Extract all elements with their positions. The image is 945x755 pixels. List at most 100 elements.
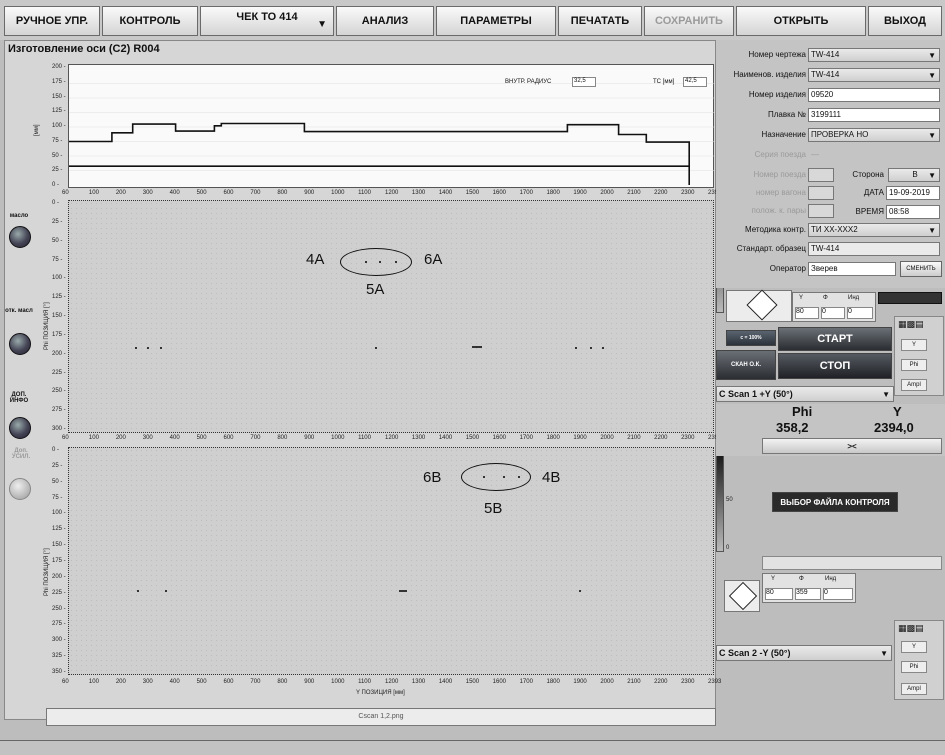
y-readout-label: Y — [893, 404, 902, 419]
y-value-2[interactable]: 80 — [765, 588, 793, 600]
scan-2-y-tick: 50 - — [52, 478, 63, 485]
scan-2-x-tick: 1500 — [465, 679, 480, 685]
wheel-pair-label: полож. к. пары — [751, 206, 806, 215]
grid-icon[interactable]: ▦▩▤ — [898, 319, 924, 330]
phi-value-2[interactable]: 359 — [795, 588, 821, 600]
tc-field[interactable]: 42,5 — [683, 77, 707, 87]
save-button[interactable]: СОХРАНИТЬ — [644, 6, 734, 36]
check-dropdown[interactable]: ЧЕК ТО 414 ▼ — [200, 6, 334, 36]
profile-y-tick: 50 - — [52, 152, 63, 159]
analysis-button[interactable]: АНАЛИЗ — [336, 6, 434, 36]
scan-2-x-tick: 100 — [88, 679, 99, 685]
phi-value[interactable]: 0 — [821, 307, 845, 319]
scan-2-y-tick: 125 - — [52, 526, 66, 533]
c-scan-2-plot[interactable] — [68, 447, 714, 675]
scan-2-x-tick: 1400 — [438, 679, 453, 685]
y-value[interactable]: 80 — [795, 307, 819, 319]
ind-value-2[interactable]: 0 — [823, 588, 853, 600]
profile-y-tick: 175 - — [52, 78, 66, 85]
wagon-number-field[interactable] — [808, 186, 834, 200]
item-name-select[interactable]: TW-414 — [808, 68, 940, 82]
indication-dot — [399, 590, 407, 592]
train-number-field[interactable] — [808, 168, 834, 182]
train-series-label: Серия поезда — [754, 150, 806, 159]
start-button[interactable]: СТАРТ — [778, 327, 892, 351]
inner-radius-field[interactable]: 32,5 — [572, 77, 596, 87]
drawing-number-select[interactable]: TW-414 — [808, 48, 940, 62]
exit-button[interactable]: ВЫХОД — [868, 6, 942, 36]
profile-x-tick: 1400 — [438, 190, 453, 196]
method-select[interactable]: ТИ ХХ-ХХХ2 — [808, 223, 940, 237]
profile-x-tick: 200 — [115, 190, 126, 196]
status-indicator — [878, 292, 942, 304]
profile-x-tick: 500 — [196, 190, 207, 196]
wheel-pair-field[interactable] — [808, 204, 834, 218]
oil-indicator-knob[interactable] — [9, 226, 31, 248]
center-button[interactable]: >< — [762, 438, 942, 454]
scan-2-x-tick: 900 — [304, 679, 315, 685]
mini-phi-button[interactable]: Phi — [901, 359, 927, 371]
heat-number-field[interactable]: 3199111 — [808, 108, 940, 122]
select-file-button[interactable]: ВЫБОР ФАЙЛА КОНТРОЛЯ — [772, 492, 898, 512]
scan-ok-button[interactable]: СКАН О.К. — [716, 350, 776, 380]
method-label: Методика контр. — [744, 225, 806, 234]
profile-x-tick: 1000 — [331, 190, 345, 196]
open-button[interactable]: ОТКРЫТЬ — [736, 6, 866, 36]
annotation-4b: 4B — [542, 469, 561, 486]
operator-field[interactable]: Зверев — [808, 262, 896, 276]
control-button[interactable]: КОНТРОЛЬ — [102, 6, 198, 36]
scan-1-x-tick: 1300 — [411, 435, 426, 441]
profile-x-tick: 2000 — [600, 190, 614, 196]
bottom-toolbar-strip — [0, 740, 945, 755]
item-number-field[interactable]: 09520 — [808, 88, 940, 102]
oil-off-knob[interactable] — [9, 333, 31, 355]
y-readout-value: 2394,0 — [874, 420, 914, 435]
scan-2-x-tick: 500 — [196, 679, 207, 685]
col-y-header-2: Y — [771, 576, 776, 582]
profile-x-tick: 400 — [169, 190, 180, 196]
parameters-button[interactable]: ПАРАМЕТРЫ — [436, 6, 556, 36]
annotation-5b: 5B — [484, 500, 503, 517]
c-scan-2-select[interactable]: C Scan 2 -Y (50°) — [716, 645, 892, 661]
add-gain-knob[interactable] — [9, 478, 31, 500]
date-field[interactable]: 19-09-2019 — [886, 186, 940, 200]
mini-phi-button-2[interactable]: Phi — [901, 661, 927, 673]
profile-y-tick: 25 - — [52, 167, 63, 174]
standard-sample-field[interactable]: TW-414 — [808, 242, 940, 256]
print-button[interactable]: ПЕЧАТАТЬ — [558, 6, 642, 36]
grid-2-icon[interactable]: ▦▩▤ — [898, 623, 924, 634]
scan-2-x-tick: 2000 — [600, 679, 614, 685]
purpose-select[interactable]: ПРОВЕРКА НО — [808, 128, 940, 142]
scan-1-x-tick: 800 — [277, 435, 288, 441]
oil-off-label: отк. масл — [5, 308, 33, 314]
ind-value[interactable]: 0 — [847, 307, 873, 319]
scan-1-x-tick: 1700 — [519, 435, 533, 441]
c-scan-1-select[interactable]: C Scan 1 +Y (50°) — [716, 386, 894, 402]
probe-nav-2[interactable] — [724, 580, 760, 612]
probe-nav-1[interactable] — [726, 289, 792, 322]
scan-2-x-tick: 800 — [277, 679, 288, 685]
side-select[interactable]: В — [888, 168, 940, 182]
mini-ampl-button-2[interactable]: Ampl — [901, 683, 927, 695]
mini-ampl-button[interactable]: Ampl — [901, 379, 927, 391]
scan-1-y-tick: 150 - — [52, 313, 66, 319]
profile-x-tick: 1800 — [546, 190, 560, 196]
stop-button[interactable]: СТОП — [778, 353, 892, 379]
standard-sample-label: Стандарт. образец — [736, 244, 806, 253]
mini-y-button-2[interactable]: Y — [901, 641, 927, 653]
status-bar: Cscan 1,2.png — [46, 708, 716, 726]
time-label: ВРЕМЯ — [855, 207, 884, 216]
extra-info-label: ДОП. ИНФО — [9, 392, 29, 404]
scan-1-x-tick: 500 — [196, 435, 207, 441]
annotation-4a: 4A — [306, 251, 325, 268]
col-phi-header-2: Φ — [799, 576, 804, 582]
time-field[interactable]: 08:58 — [886, 205, 940, 219]
extra-info-knob[interactable] — [9, 417, 31, 439]
c-100-button[interactable]: с = 100% — [726, 330, 776, 346]
scan-1-x-tick: 600 — [223, 435, 234, 441]
profile-x-tick: 1900 — [573, 190, 587, 196]
c-scan-1-plot[interactable] — [68, 200, 714, 433]
change-operator-button[interactable]: СМЕНИТЬ — [900, 261, 942, 277]
manual-control-button[interactable]: РУЧНОЕ УПР. — [4, 6, 100, 36]
mini-y-button[interactable]: Y — [901, 339, 927, 351]
